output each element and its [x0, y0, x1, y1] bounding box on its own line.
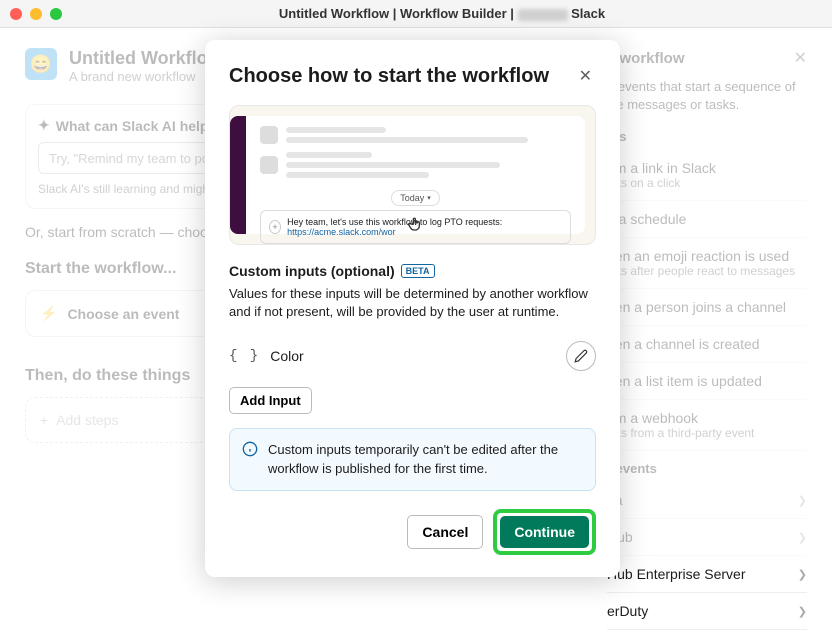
edit-input-button[interactable] — [566, 341, 596, 371]
close-window-button[interactable] — [10, 8, 22, 20]
custom-inputs-heading: Custom inputs (optional) BETA — [229, 263, 435, 279]
app-item[interactable]: erDuty❯ — [607, 593, 807, 630]
pencil-icon — [574, 349, 588, 363]
add-input-button[interactable]: Add Input — [229, 387, 312, 414]
beta-badge: BETA — [401, 264, 435, 278]
maximize-window-button[interactable] — [50, 8, 62, 20]
modal-title: Choose how to start the workflow — [229, 65, 549, 88]
plus-icon: + — [269, 220, 281, 234]
start-workflow-modal: Choose how to start the workflow ✕ — [205, 40, 620, 577]
info-icon — [242, 441, 258, 477]
chevron-right-icon: ❯ — [798, 605, 807, 618]
modal-close-button[interactable]: ✕ — [575, 62, 596, 90]
custom-input-row: { } Color — [229, 335, 596, 377]
continue-button[interactable]: Continue — [500, 516, 589, 548]
custom-inputs-desc: Values for these inputs will be determin… — [229, 285, 596, 321]
info-callout: Custom inputs temporarily can't be edite… — [229, 428, 596, 490]
trigger-preview: Today ▾ + Hey team, let's use this workf… — [229, 105, 596, 245]
window-title: Untitled Workflow | Workflow Builder | S… — [62, 6, 822, 21]
window-titlebar: Untitled Workflow | Workflow Builder | S… — [0, 0, 832, 28]
minimize-window-button[interactable] — [30, 8, 42, 20]
input-name: Color — [270, 348, 303, 364]
continue-highlight: Continue — [493, 509, 596, 555]
cursor-hand-icon — [408, 216, 424, 232]
braces-icon: { } — [229, 348, 260, 364]
today-pill: Today ▾ — [391, 190, 440, 206]
chevron-right-icon: ❯ — [798, 568, 807, 581]
cancel-button[interactable]: Cancel — [407, 515, 483, 549]
